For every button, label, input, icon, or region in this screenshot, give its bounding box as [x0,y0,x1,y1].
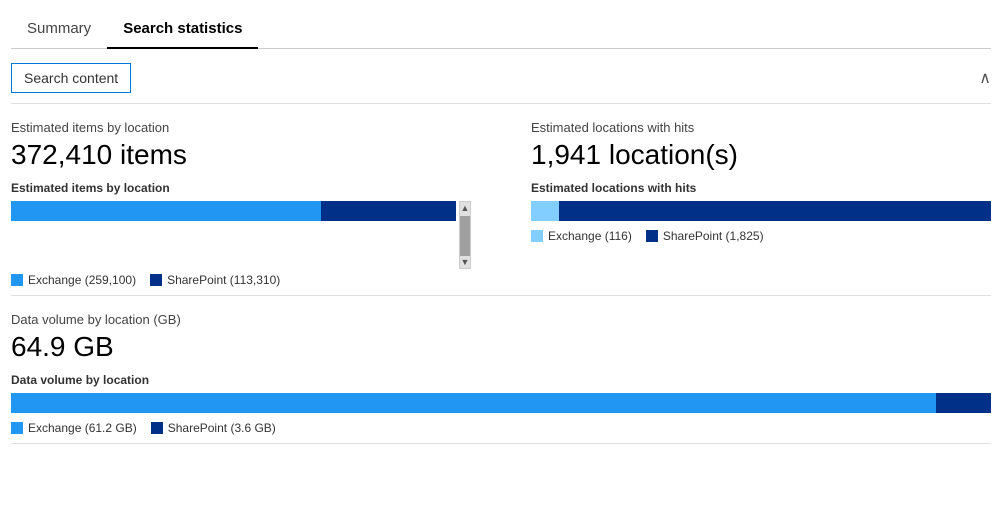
scroll-thumb[interactable] [460,216,470,256]
scroll-up-icon[interactable]: ▲ [460,202,470,214]
volume-sharepoint-dot [151,422,163,434]
tab-search-statistics[interactable]: Search statistics [107,10,258,49]
stats-row: Estimated items by location 372,410 item… [11,104,991,296]
locations-exchange-legend: Exchange (116) [531,229,632,243]
locations-sharepoint-bar [559,201,991,221]
items-bar-track [11,201,456,221]
volume-sharepoint-bar [936,393,991,413]
volume-value: 64.9 GB [11,331,991,363]
locations-exchange-dot [531,230,543,242]
items-sharepoint-bar [321,201,456,221]
data-volume-section: Data volume by location (GB) 64.9 GB Dat… [11,296,991,443]
section-header: Search content ∧ [11,49,991,104]
locations-bar-track [531,201,991,221]
volume-bar-container [11,393,991,413]
items-sharepoint-dot [150,274,162,286]
items-bar-area [11,201,456,269]
search-content-button[interactable]: Search content [11,63,131,93]
items-by-location-col: Estimated items by location 372,410 item… [11,120,501,287]
items-exchange-legend: Exchange (259,100) [11,273,136,287]
locations-sharepoint-legend: SharePoint (1,825) [646,229,764,243]
items-chart-label: Estimated items by location [11,181,471,195]
items-sharepoint-legend: SharePoint (113,310) [150,273,280,287]
bottom-divider [11,443,991,444]
locations-with-hits-col: Estimated locations with hits 1,941 loca… [501,120,991,287]
locations-label: Estimated locations with hits [531,120,991,135]
locations-sharepoint-dot [646,230,658,242]
volume-exchange-label: Exchange (61.2 GB) [28,421,137,435]
items-exchange-dot [11,274,23,286]
items-value: 372,410 items [11,139,471,171]
locations-value: 1,941 location(s) [531,139,991,171]
items-legend: Exchange (259,100) SharePoint (113,310) [11,273,471,287]
volume-exchange-bar [11,393,936,413]
volume-exchange-dot [11,422,23,434]
items-exchange-bar [11,201,321,221]
items-bar-wrapper: ▲ ▼ [11,201,471,269]
locations-chart-label: Estimated locations with hits [531,181,991,195]
items-scrollbar[interactable]: ▲ ▼ [459,201,471,269]
items-exchange-label: Exchange (259,100) [28,273,136,287]
locations-legend: Exchange (116) SharePoint (1,825) [531,229,991,243]
locations-exchange-bar [531,201,559,221]
volume-bar-track [11,393,991,413]
scroll-down-icon[interactable]: ▼ [460,256,470,268]
locations-sharepoint-label: SharePoint (1,825) [663,229,764,243]
volume-label: Data volume by location (GB) [11,312,991,327]
tab-summary[interactable]: Summary [11,10,107,49]
collapse-icon[interactable]: ∧ [979,68,991,88]
volume-sharepoint-label: SharePoint (3.6 GB) [168,421,276,435]
tab-bar: Summary Search statistics [11,10,991,49]
volume-sharepoint-legend: SharePoint (3.6 GB) [151,421,276,435]
volume-chart-label: Data volume by location [11,373,991,387]
items-sharepoint-label: SharePoint (113,310) [167,273,280,287]
locations-exchange-label: Exchange (116) [548,229,632,243]
items-label: Estimated items by location [11,120,471,135]
volume-legend: Exchange (61.2 GB) SharePoint (3.6 GB) [11,421,991,435]
volume-exchange-legend: Exchange (61.2 GB) [11,421,137,435]
